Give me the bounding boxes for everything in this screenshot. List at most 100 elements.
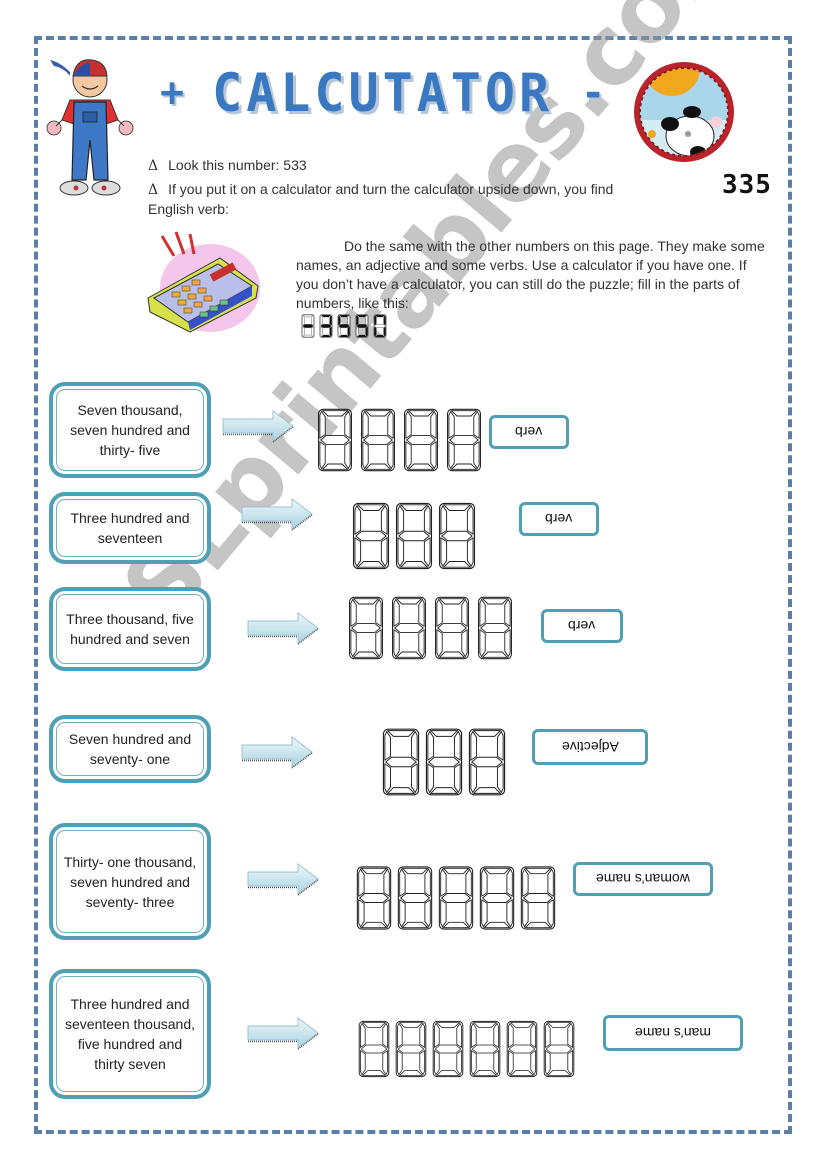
digit-segment xyxy=(362,440,369,470)
seven-segment-digit[interactable] xyxy=(316,408,354,472)
digit-segment xyxy=(509,1022,535,1028)
seven-segment-digit[interactable] xyxy=(336,314,352,338)
digit-segment xyxy=(481,598,509,605)
digit-segment xyxy=(356,326,359,337)
digit-segment xyxy=(407,463,435,470)
seven-segment-digit[interactable] xyxy=(359,408,397,472)
instructions-text: Do the same with the other numbers on th… xyxy=(296,238,765,311)
digit-segment xyxy=(395,651,423,658)
digit-segment xyxy=(461,628,468,658)
digit-segment xyxy=(423,504,431,535)
word-type-label: woman’s name xyxy=(573,862,713,896)
digit-segment xyxy=(350,628,357,658)
digit-segment xyxy=(374,314,386,318)
seven-segment-digit[interactable] xyxy=(390,596,428,660)
digit-display xyxy=(347,596,514,660)
digit-segment xyxy=(338,324,350,328)
seven-segment-digit[interactable] xyxy=(468,727,506,797)
right-arrow-icon xyxy=(222,410,294,443)
digit-segment xyxy=(319,410,326,440)
digit-segment xyxy=(338,334,350,338)
digit-segment xyxy=(442,504,472,511)
digit-segment xyxy=(440,898,447,928)
digit-segment xyxy=(509,1070,535,1076)
digit-segment xyxy=(380,504,388,535)
seven-segment-digit[interactable] xyxy=(372,314,388,338)
seven-segment-digit[interactable] xyxy=(395,1015,427,1083)
digit-segment xyxy=(466,537,474,568)
digit-segment xyxy=(320,314,332,318)
digit-segment xyxy=(374,315,377,326)
seven-segment-digit[interactable] xyxy=(395,502,433,570)
seven-segment-digit[interactable] xyxy=(432,1015,464,1083)
number-words-text: Seven hundred and seventy- one xyxy=(68,731,192,767)
digit-segment xyxy=(546,1022,572,1028)
digit-segment xyxy=(481,898,488,928)
digit-segment xyxy=(545,1022,551,1049)
intro-line-2: Δ If you put it on a calculator and turn … xyxy=(148,181,613,198)
seven-segment-digit[interactable] xyxy=(397,862,433,934)
digit-segment xyxy=(302,315,305,326)
digit-segment xyxy=(440,868,447,898)
seven-segment-digit[interactable] xyxy=(356,862,392,934)
digit-segment xyxy=(410,763,418,794)
digit-segment xyxy=(442,867,470,875)
digit-segment xyxy=(481,651,509,658)
digit-segment xyxy=(395,598,423,605)
right-arrow-icon xyxy=(247,1017,319,1050)
digit-segment xyxy=(524,867,552,875)
seven-segment-digit[interactable] xyxy=(438,502,476,570)
upside-down-number: 335 xyxy=(722,170,772,200)
digit-segment xyxy=(399,868,406,898)
seven-segment-digit[interactable] xyxy=(520,862,556,934)
digit-segment xyxy=(410,730,418,761)
digit-segment xyxy=(406,435,436,445)
word-type-label: verb xyxy=(541,609,623,643)
seven-segment-digit[interactable] xyxy=(358,1015,390,1083)
digit-segment xyxy=(407,410,435,417)
digit-segment xyxy=(397,504,405,535)
seven-segment-digit[interactable] xyxy=(469,1015,501,1083)
seven-segment-digit[interactable] xyxy=(476,596,514,660)
digit-segment xyxy=(356,314,368,318)
seven-segment-digit[interactable] xyxy=(402,408,440,472)
seven-segment-digit[interactable] xyxy=(433,596,471,660)
seven-segment-digit[interactable] xyxy=(479,862,515,934)
digit-segment xyxy=(320,334,332,338)
digit-segment xyxy=(479,598,486,628)
digit-segment xyxy=(397,1044,425,1054)
seven-segment-digit[interactable] xyxy=(506,1015,538,1083)
page-title: CALCUTATOR xyxy=(212,62,554,124)
word-type-label: verb xyxy=(519,502,599,536)
seven-segment-digit[interactable] xyxy=(382,727,420,797)
seven-segment-digit[interactable] xyxy=(354,314,370,338)
seven-segment-digit[interactable] xyxy=(352,502,390,570)
digit-segment xyxy=(344,440,351,470)
digit-segment xyxy=(508,1049,514,1076)
seven-segment-digit[interactable] xyxy=(438,862,474,934)
digit-segment xyxy=(383,315,386,326)
digit-segment xyxy=(456,1049,462,1076)
digit-segment xyxy=(483,867,511,875)
seven-segment-digit[interactable] xyxy=(318,314,334,338)
digit-segment xyxy=(338,314,350,318)
digit-segment xyxy=(567,1049,573,1076)
digit-segment xyxy=(399,504,429,511)
digit-segment xyxy=(442,921,470,929)
seven-segment-digit[interactable] xyxy=(445,408,483,472)
seven-segment-digit[interactable] xyxy=(300,314,316,338)
right-arrow-icon xyxy=(247,863,319,896)
digit-segment xyxy=(508,1044,536,1054)
digit-segment xyxy=(547,868,554,898)
digit-segment xyxy=(405,440,412,470)
seven-segment-digit[interactable] xyxy=(543,1015,575,1083)
seven-segment-digit[interactable] xyxy=(425,727,463,797)
digit-segment xyxy=(545,1049,551,1076)
seven-segment-digit[interactable] xyxy=(347,596,385,660)
digit-segment xyxy=(522,893,554,903)
digit-segment xyxy=(471,756,503,768)
digit-segment xyxy=(365,315,368,326)
digit-segment xyxy=(471,1049,477,1076)
digit-segment xyxy=(375,598,382,628)
digit-segment xyxy=(434,1044,462,1054)
